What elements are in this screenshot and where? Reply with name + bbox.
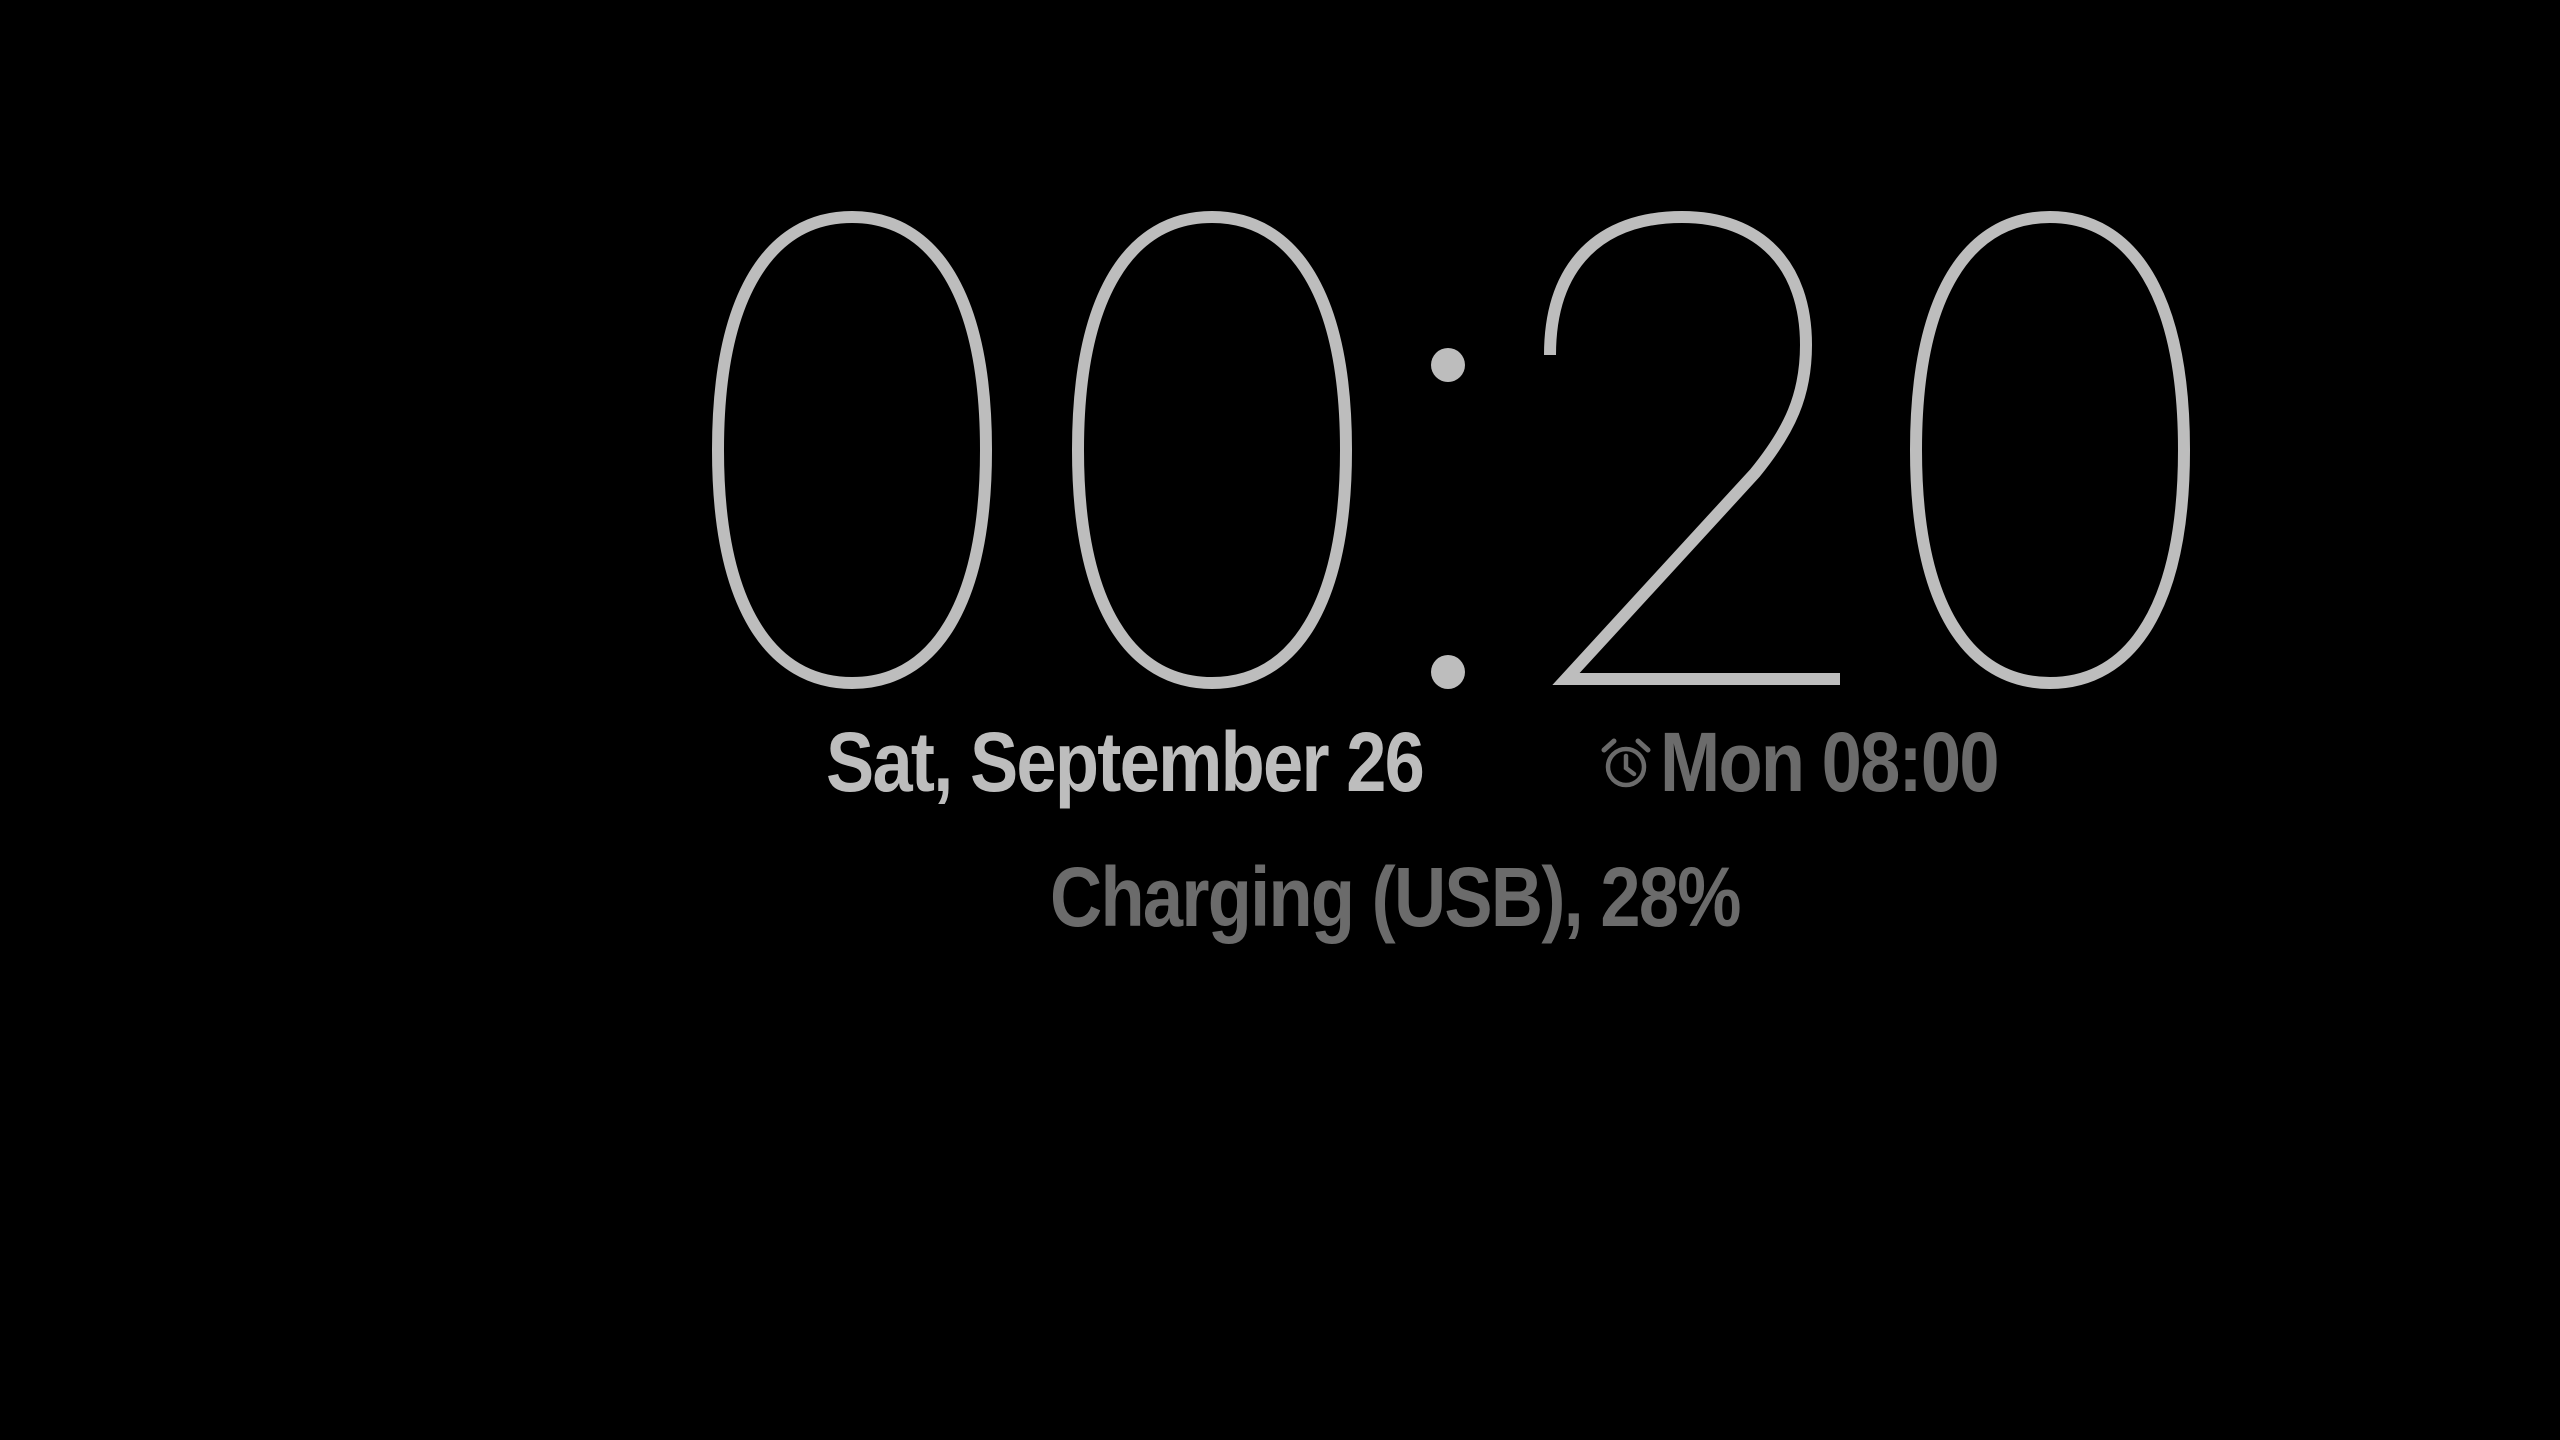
daydream-clock-screen[interactable]: 00:20 Sat, Septem bbox=[0, 0, 2560, 1440]
battery-status: Charging (USB), 28% bbox=[1050, 850, 1742, 944]
next-alarm: Mon 08:00 bbox=[1598, 720, 2053, 804]
clock-time: 00:20 bbox=[700, 205, 2200, 705]
date-label: Sat, September 26 bbox=[826, 715, 1425, 809]
clock-digit-hour-ones bbox=[1071, 210, 1353, 690]
date-alarm-row: Sat, September 26 Mon 08:00 bbox=[826, 715, 2000, 809]
clock-digits bbox=[711, 210, 2191, 690]
clock-digit-hour-tens bbox=[711, 210, 993, 690]
clock-colon bbox=[1431, 348, 1465, 689]
clock-digit-minute-ones bbox=[1909, 210, 2191, 690]
alarm-clock-icon bbox=[1598, 736, 1654, 792]
clock-digit-minute-tens bbox=[1544, 210, 1840, 685]
next-alarm-label: Mon 08:00 bbox=[1660, 715, 2000, 809]
